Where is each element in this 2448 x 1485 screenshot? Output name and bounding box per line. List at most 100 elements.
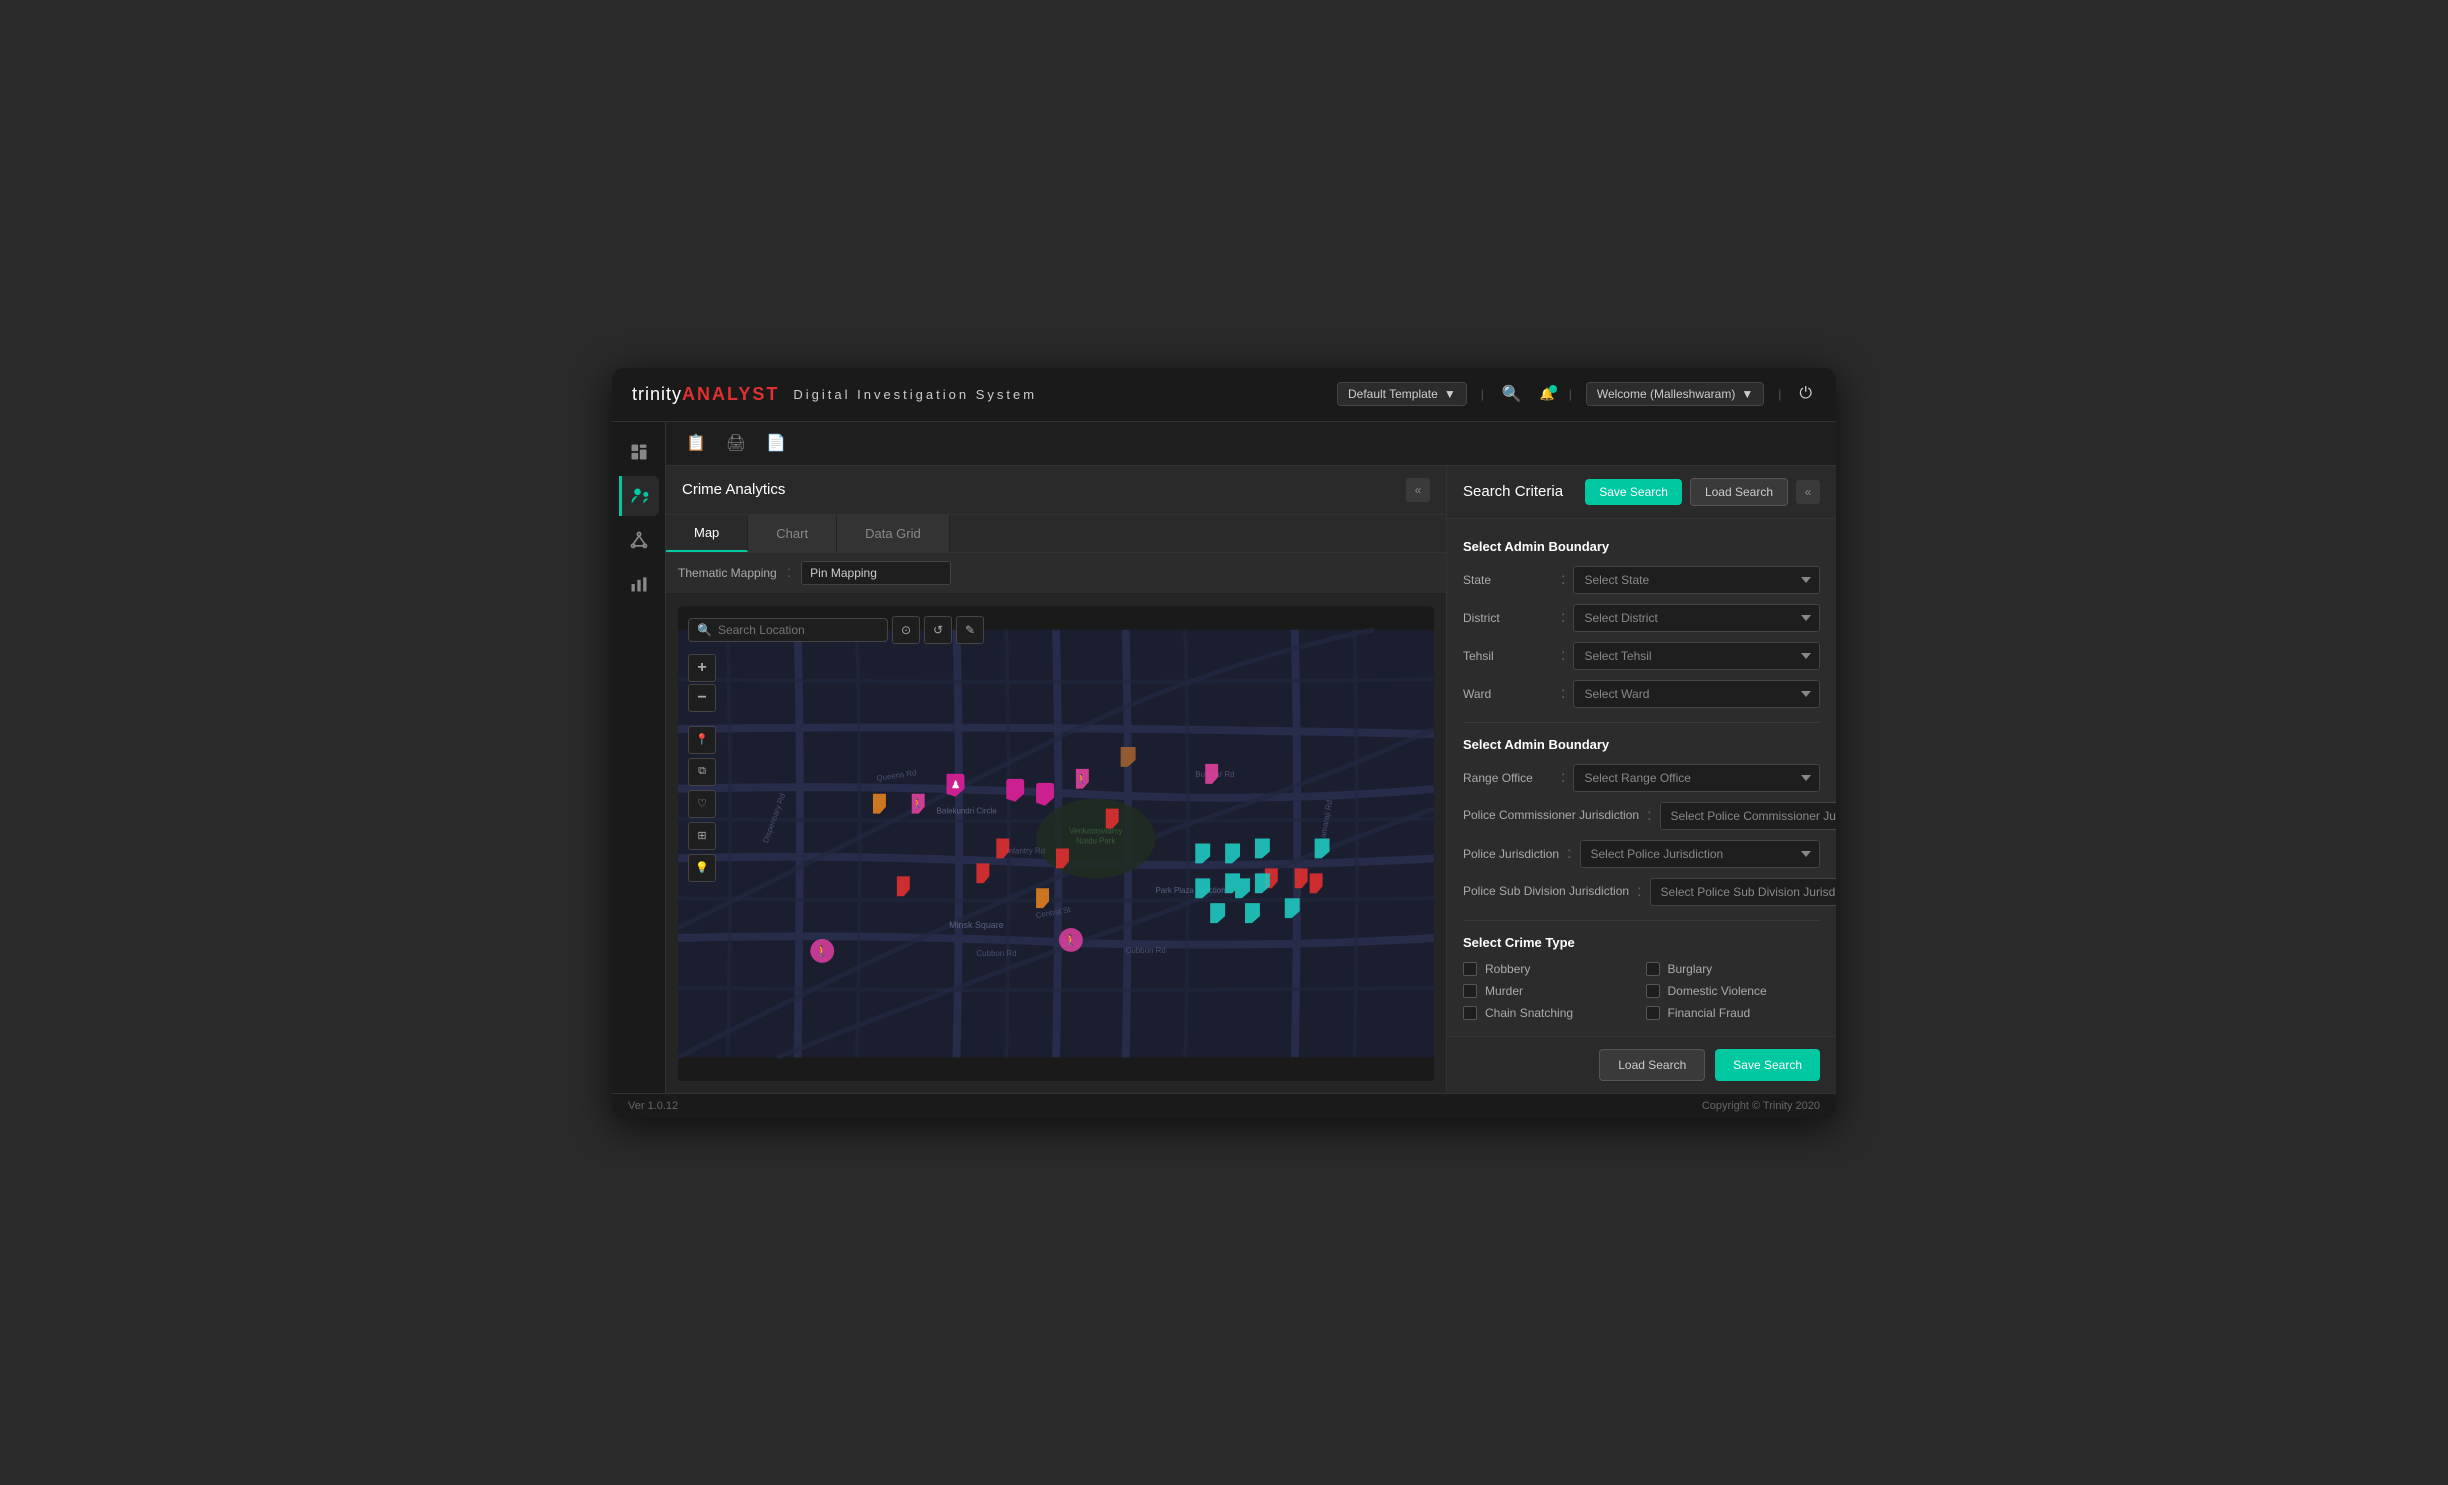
section-divider-2 bbox=[1463, 920, 1820, 921]
police-jurisdiction-field-row: Police Jurisdiction : Select Police Juri… bbox=[1463, 840, 1820, 868]
svg-text:Venkataswamy: Venkataswamy bbox=[1069, 826, 1122, 835]
map-container: Venkataswamy Naidu Park Queens Rd Buleva… bbox=[678, 606, 1434, 1081]
district-select[interactable]: Select District bbox=[1573, 604, 1820, 632]
refresh-btn[interactable]: ↺ bbox=[924, 616, 952, 644]
range-office-select[interactable]: Select Range Office bbox=[1573, 764, 1820, 792]
logo-trinity: trinity bbox=[632, 384, 682, 405]
zoom-out-btn[interactable]: − bbox=[688, 684, 716, 712]
left-panel-header: Crime Analytics « bbox=[666, 466, 1446, 515]
crime-type-financial-fraud[interactable]: Financial Fraud bbox=[1646, 1006, 1821, 1020]
power-btn[interactable]: ⏻ bbox=[1795, 381, 1816, 407]
chain-snatching-checkbox[interactable] bbox=[1463, 1006, 1477, 1020]
range-office-label: Range Office bbox=[1463, 771, 1553, 785]
robbery-checkbox[interactable] bbox=[1463, 962, 1477, 976]
murder-label: Murder bbox=[1485, 984, 1523, 998]
logo: trinityANALYST Digital Investigation Sys… bbox=[632, 384, 1037, 405]
burglary-label: Burglary bbox=[1668, 962, 1713, 976]
murder-checkbox[interactable] bbox=[1463, 984, 1477, 998]
right-panel: Search Criteria Save Search Load Search … bbox=[1446, 466, 1836, 1093]
crime-type-burglary[interactable]: Burglary bbox=[1646, 962, 1821, 976]
section2-title: Select Admin Boundary bbox=[1463, 737, 1820, 752]
content-split: Crime Analytics « Map Chart Data Grid Th… bbox=[666, 466, 1836, 1093]
burglary-checkbox[interactable] bbox=[1646, 962, 1660, 976]
ward-field-row: Ward : Select Ward bbox=[1463, 680, 1820, 708]
thematic-label: Thematic Mapping bbox=[678, 566, 777, 580]
app-footer: Ver 1.0.12 Copyright © Trinity 2020 bbox=[612, 1093, 1836, 1118]
range-office-field-row: Range Office : Select Range Office bbox=[1463, 764, 1820, 792]
sidebar-item-network[interactable] bbox=[619, 520, 659, 560]
crime-type-chain-snatching[interactable]: Chain Snatching bbox=[1463, 1006, 1638, 1020]
notification-bell[interactable]: 🔔 bbox=[1540, 387, 1555, 401]
svg-text:Park Plaza Junction: Park Plaza Junction bbox=[1155, 886, 1225, 895]
thematic-mapping-select[interactable]: Pin Mapping Heat Map Cluster Map bbox=[801, 561, 951, 585]
crime-type-robbery[interactable]: Robbery bbox=[1463, 962, 1638, 976]
layers-icon[interactable]: 📍 bbox=[688, 726, 716, 754]
tehsil-select[interactable]: Select Tehsil bbox=[1573, 642, 1820, 670]
zoom-in-btn[interactable]: + bbox=[688, 654, 716, 682]
template-dropdown[interactable]: Default Template ▼ bbox=[1337, 382, 1467, 406]
right-panel-collapse-btn[interactable]: « bbox=[1796, 480, 1820, 504]
tabs-row: Map Chart Data Grid bbox=[666, 515, 1446, 553]
state-select[interactable]: Select State bbox=[1573, 566, 1820, 594]
top-nav: trinityANALYST Digital Investigation Sys… bbox=[612, 368, 1836, 422]
svg-text:Infantry Rd: Infantry Rd bbox=[1006, 846, 1045, 855]
notes-icon[interactable]: 📋 bbox=[682, 429, 710, 457]
filter-btn[interactable]: ♡ bbox=[688, 790, 716, 818]
robbery-label: Robbery bbox=[1485, 962, 1530, 976]
svg-text:Naidu Park: Naidu Park bbox=[1076, 836, 1115, 845]
grid-btn[interactable]: ⊞ bbox=[688, 822, 716, 850]
financial-fraud-checkbox[interactable] bbox=[1646, 1006, 1660, 1020]
locate-btn[interactable]: ⊙ bbox=[892, 616, 920, 644]
crime-type-murder[interactable]: Murder bbox=[1463, 984, 1638, 998]
map-search-bar: 🔍 bbox=[688, 618, 888, 642]
police-sub-field-row: Police Sub Division Jurisdiction : Selec… bbox=[1463, 878, 1820, 906]
police-commissioner-select[interactable]: Select Police Commissioner Jurisdiction bbox=[1660, 802, 1836, 830]
police-jurisdiction-label: Police Jurisdiction bbox=[1463, 847, 1559, 861]
load-search-bottom-btn[interactable]: Load Search bbox=[1599, 1049, 1705, 1081]
map-controls: 🔍 ⊙ ↺ ✎ + − bbox=[688, 616, 984, 882]
notification-badge-dot bbox=[1549, 385, 1557, 393]
right-panel-footer: Load Search Save Search bbox=[1447, 1036, 1836, 1093]
search-criteria-body: Select Admin Boundary State : Select Sta… bbox=[1447, 519, 1836, 1036]
crime-type-domestic-violence[interactable]: Domestic Violence bbox=[1646, 984, 1821, 998]
police-sub-select[interactable]: Select Police Sub Division Jurisdiction bbox=[1650, 878, 1836, 906]
content-area: 📋 🖨 📄 Crime Analytics « Map Chart Data G… bbox=[666, 422, 1836, 1093]
sidebar-item-crime-analytics[interactable] bbox=[619, 476, 659, 516]
sidebar-item-dashboard[interactable] bbox=[619, 432, 659, 472]
svg-text:Cubbon Rd: Cubbon Rd bbox=[976, 948, 1016, 957]
layers-btn[interactable]: ⧉ bbox=[688, 758, 716, 786]
police-jurisdiction-select[interactable]: Select Police Jurisdiction bbox=[1580, 840, 1821, 868]
left-panel: Crime Analytics « Map Chart Data Grid Th… bbox=[666, 466, 1446, 1093]
user-dropdown[interactable]: Welcome (Malleshwaram) ▼ bbox=[1586, 382, 1764, 406]
sidebar-item-charts[interactable] bbox=[619, 564, 659, 604]
tab-map[interactable]: Map bbox=[666, 515, 748, 552]
svg-text:Minsk Square: Minsk Square bbox=[949, 920, 1004, 930]
export-icon[interactable]: 📄 bbox=[762, 429, 790, 457]
domestic-violence-label: Domestic Violence bbox=[1668, 984, 1767, 998]
save-search-header-btn[interactable]: Save Search bbox=[1585, 479, 1682, 505]
thematic-row: Thematic Mapping : Pin Mapping Heat Map … bbox=[666, 553, 1446, 594]
tab-data-grid[interactable]: Data Grid bbox=[837, 515, 950, 552]
logo-tagline: Digital Investigation System bbox=[793, 387, 1037, 402]
main-layout: 📋 🖨 📄 Crime Analytics « Map Chart Data G… bbox=[612, 422, 1836, 1093]
top-nav-right: Default Template ▼ | 🔍 🔔 | Welcome (Mall… bbox=[1337, 380, 1816, 408]
domestic-violence-checkbox[interactable] bbox=[1646, 984, 1660, 998]
tools-btn[interactable]: ✎ bbox=[956, 616, 984, 644]
logo-analyst: ANALYST bbox=[682, 384, 779, 405]
save-search-bottom-btn[interactable]: Save Search bbox=[1715, 1049, 1820, 1081]
search-icon-btn[interactable]: 🔍 bbox=[1498, 380, 1526, 408]
svg-text:Cubbon Rd: Cubbon Rd bbox=[1126, 945, 1166, 954]
load-search-header-btn[interactable]: Load Search bbox=[1690, 478, 1788, 506]
right-panel-actions: Save Search Load Search « bbox=[1585, 478, 1820, 506]
left-panel-collapse-btn[interactable]: « bbox=[1406, 478, 1430, 502]
svg-text:Bulevar Rd: Bulevar Rd bbox=[1195, 769, 1234, 778]
marker-btn[interactable]: 💡 bbox=[688, 854, 716, 882]
police-commissioner-field-row: Police Commissioner Jurisdiction : Selec… bbox=[1463, 802, 1820, 830]
section1-title: Select Admin Boundary bbox=[1463, 539, 1820, 554]
thematic-separator: : bbox=[787, 564, 791, 582]
tab-chart[interactable]: Chart bbox=[748, 515, 837, 552]
ward-label: Ward bbox=[1463, 687, 1553, 701]
map-search-input[interactable] bbox=[718, 623, 879, 637]
ward-select[interactable]: Select Ward bbox=[1573, 680, 1820, 708]
print-icon[interactable]: 🖨 bbox=[722, 429, 750, 457]
